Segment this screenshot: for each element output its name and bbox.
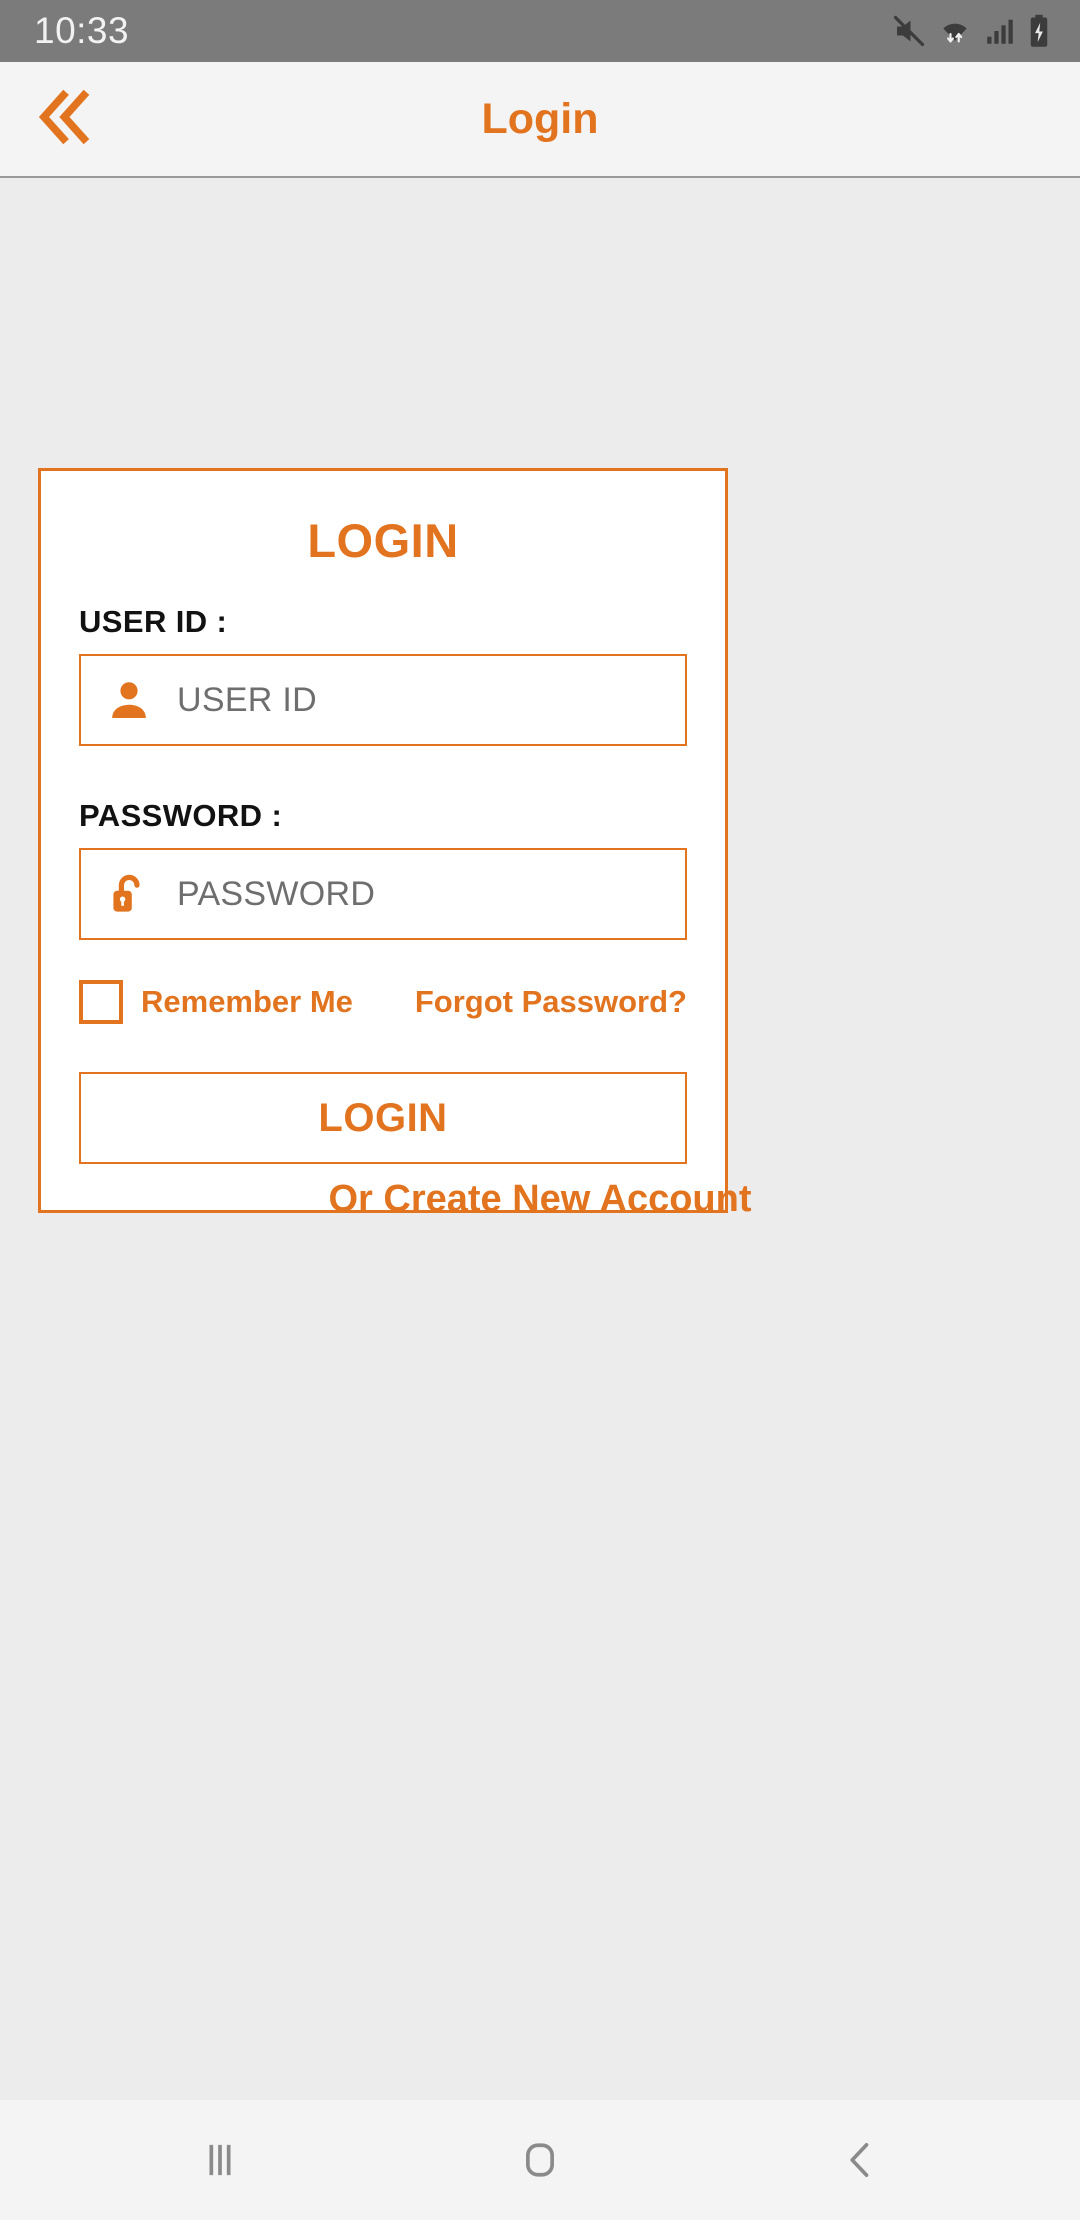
app-header: Login: [0, 62, 1080, 178]
field-spacer: [79, 746, 687, 798]
options-row: Remember Me Forgot Password?: [79, 980, 687, 1024]
nav-home-button[interactable]: [470, 2105, 610, 2215]
nav-recents-button[interactable]: [150, 2105, 290, 2215]
wifi-icon: [936, 13, 974, 49]
forgot-password-link[interactable]: Forgot Password?: [415, 984, 687, 1020]
password-placeholder: PASSWORD: [177, 874, 376, 913]
user-id-input[interactable]: USER ID: [79, 654, 687, 746]
nav-back-button[interactable]: [790, 2105, 930, 2215]
page-content: LOGIN USER ID : USER ID PASSWORD : PASSW…: [0, 178, 1080, 2100]
login-submit-button[interactable]: LOGIN: [79, 1072, 687, 1164]
double-chevron-left-icon: [30, 82, 100, 157]
user-id-label: USER ID :: [79, 604, 228, 639]
page-title: Login: [481, 94, 599, 143]
mute-icon: [891, 13, 927, 49]
back-icon: [834, 2134, 886, 2186]
create-account-link[interactable]: Or Create New Account: [0, 1178, 1080, 1221]
battery-charging-icon: [1026, 13, 1052, 49]
status-bar-icons: [891, 13, 1052, 49]
recents-icon: [194, 2134, 246, 2186]
login-card: LOGIN USER ID : USER ID PASSWORD : PASSW…: [38, 468, 728, 1213]
status-bar: 10:33: [0, 0, 1080, 62]
back-button[interactable]: [22, 76, 108, 162]
remember-me-control[interactable]: Remember Me: [79, 980, 353, 1024]
user-id-placeholder: USER ID: [177, 680, 318, 719]
home-icon: [514, 2134, 566, 2186]
remember-me-checkbox[interactable]: [79, 980, 123, 1024]
status-bar-clock: 10:33: [34, 10, 130, 51]
login-card-title: LOGIN: [307, 514, 459, 567]
remember-me-label: Remember Me: [141, 984, 353, 1019]
phone-screen: 10:33 Login LOGIN USER ID: USER ID PASS…: [0, 0, 1080, 2220]
person-icon: [105, 676, 159, 724]
cellular-signal-icon: [983, 14, 1017, 48]
unlocked-padlock-icon: [105, 870, 159, 918]
password-input[interactable]: PASSWORD: [79, 848, 687, 940]
system-navigation-bar: [0, 2100, 1080, 2220]
password-label: PASSWORD :: [79, 798, 283, 833]
